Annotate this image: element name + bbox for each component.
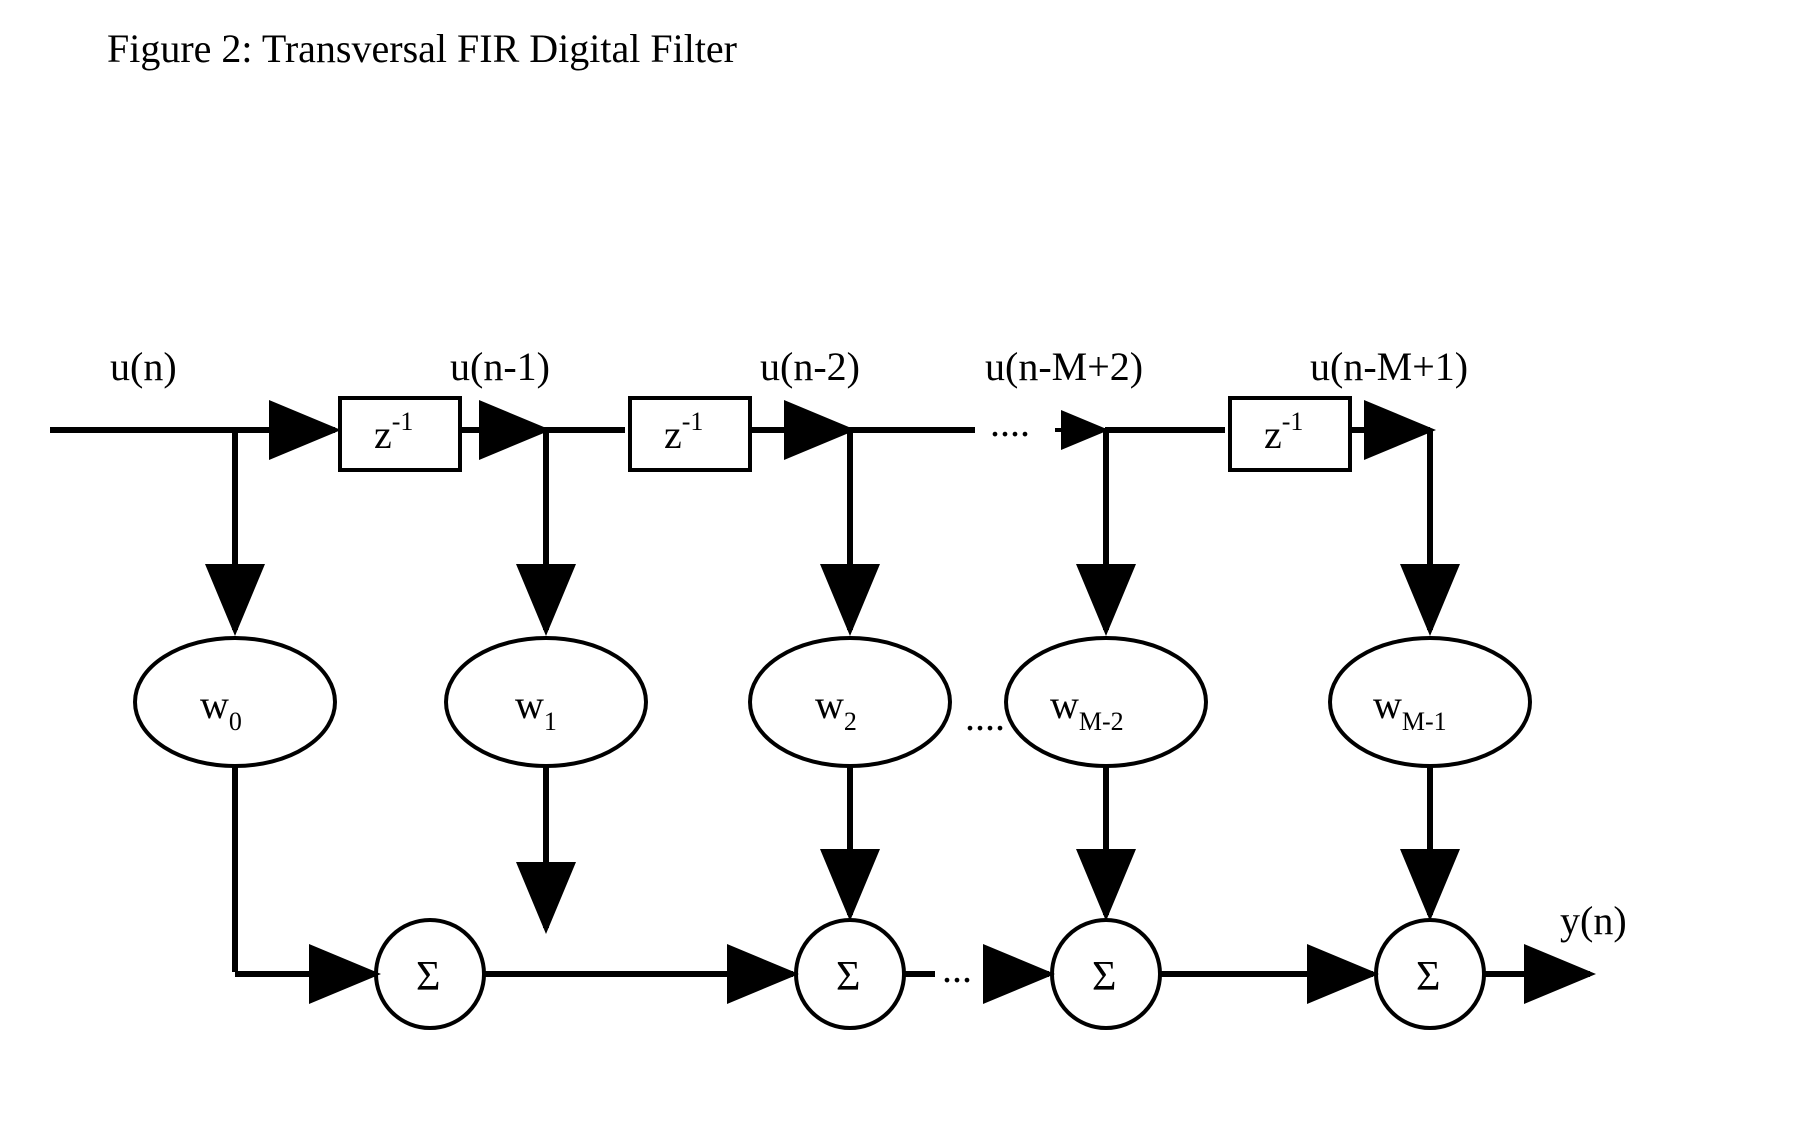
sum-label-3: Σ bbox=[1416, 954, 1440, 1000]
tap-label-0: u(n) bbox=[110, 344, 177, 389]
sum-label-2: Σ bbox=[1092, 954, 1116, 1000]
filter-diagram: u(n) u(n-1) u(n-2) u(n-M+2) u(n-M+1) z-1… bbox=[0, 0, 1796, 1124]
weight-label-1: w1 bbox=[515, 682, 557, 736]
weight-node-3 bbox=[1006, 638, 1206, 766]
weight-node-2 bbox=[750, 638, 950, 766]
weight-label-4: wM-1 bbox=[1373, 682, 1447, 736]
ellipsis-top: .... bbox=[990, 400, 1030, 445]
tap-label-2: u(n-2) bbox=[760, 344, 860, 389]
ellipsis-mid: .... bbox=[965, 694, 1005, 739]
tap-label-1: u(n-1) bbox=[450, 344, 550, 389]
sum-label-0: Σ bbox=[416, 954, 440, 1000]
weight-label-3: wM-2 bbox=[1050, 682, 1124, 736]
tap-label-3: u(n-M+2) bbox=[985, 344, 1143, 389]
output-label: y(n) bbox=[1560, 898, 1627, 943]
weight-label-0: w0 bbox=[200, 682, 242, 736]
ellipsis-bot: ... bbox=[942, 946, 972, 991]
weight-node-0 bbox=[135, 638, 335, 766]
weight-node-4 bbox=[1330, 638, 1530, 766]
weight-node-1 bbox=[446, 638, 646, 766]
tap-label-4: u(n-M+1) bbox=[1310, 344, 1468, 389]
sum-label-1: Σ bbox=[836, 954, 860, 1000]
weight-label-2: w2 bbox=[815, 682, 857, 736]
